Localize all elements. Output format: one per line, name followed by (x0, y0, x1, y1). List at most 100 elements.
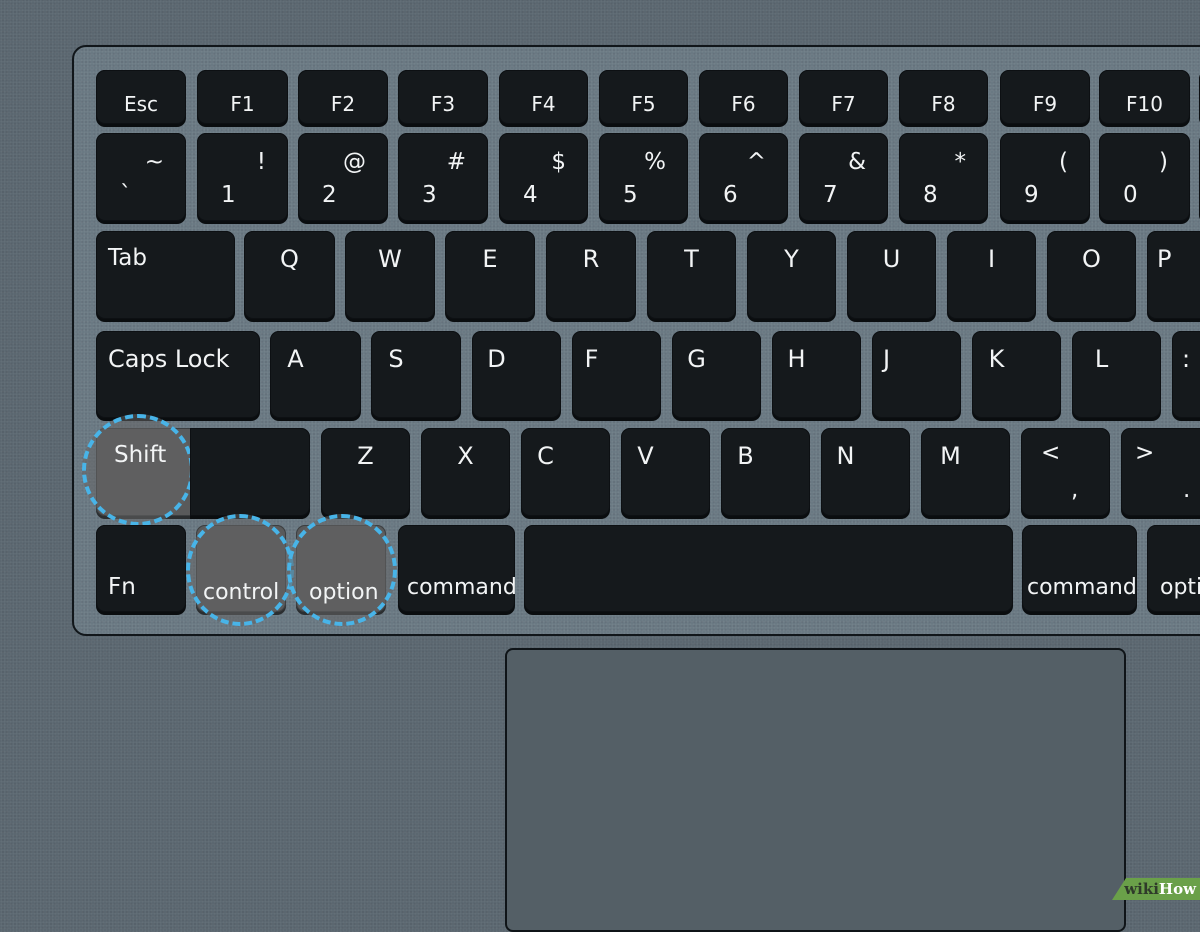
key-k[interactable]: K (972, 331, 1061, 418)
key-f2[interactable]: F2 (298, 70, 388, 124)
key-f3[interactable]: F3 (398, 70, 488, 124)
key-shift-label: * (954, 149, 967, 175)
key-esc[interactable]: Esc (96, 70, 186, 124)
key-f[interactable]: F (572, 331, 661, 418)
key-8[interactable]: * 8 (899, 133, 988, 221)
key-d[interactable]: D (472, 331, 561, 418)
key-f4[interactable]: F4 (499, 70, 588, 124)
key-label: F7 (831, 92, 856, 116)
logo-part-how: How (1158, 880, 1196, 898)
key-f5[interactable]: F5 (599, 70, 688, 124)
key-label: F9 (1032, 92, 1058, 116)
key-label: E (482, 245, 498, 273)
key-label: W (378, 245, 402, 273)
key-label: F4 (531, 92, 556, 116)
key-a[interactable]: A (270, 331, 361, 418)
key-o[interactable]: O (1047, 231, 1136, 319)
key-shift-label: Shift (114, 442, 167, 468)
key-label: 0 (1123, 182, 1138, 208)
key-label: Tab (108, 245, 147, 271)
key-5[interactable]: % 5 (599, 133, 688, 221)
key-n[interactable]: N (821, 428, 910, 516)
key-7[interactable]: & 7 (799, 133, 888, 221)
key-label: 7 (823, 182, 838, 208)
key-g[interactable]: G (672, 331, 761, 418)
key-4[interactable]: $4 (499, 133, 588, 221)
key-label: F6 (731, 92, 756, 116)
key-shift-label: ^ (746, 149, 766, 175)
key-1[interactable]: ! 1 (197, 133, 288, 221)
key-caps-lock[interactable]: Caps Lock (96, 331, 260, 418)
key-label: Caps Lock (108, 345, 230, 373)
key-l[interactable]: L (1072, 331, 1161, 418)
key-f7[interactable]: F7 (799, 70, 888, 124)
key-semicolon[interactable]: : (1172, 331, 1200, 418)
key-label: P (1157, 245, 1172, 273)
logo-part-wiki: wiki (1124, 880, 1159, 898)
key-label: Y (784, 245, 799, 273)
key-f10[interactable]: F10 (1099, 70, 1190, 124)
key-label: L (1094, 345, 1109, 373)
key-shift-label: ) (1159, 149, 1168, 175)
key-i[interactable]: I (947, 231, 1036, 319)
key-z[interactable]: Z (321, 428, 410, 516)
key-label: I (987, 245, 996, 273)
key-t[interactable]: T (647, 231, 736, 319)
key-p[interactable]: P (1147, 231, 1200, 319)
key-label: : (1182, 345, 1191, 373)
key-q[interactable]: Q (244, 231, 335, 319)
key-shift-label: < (1041, 440, 1061, 466)
key-f9[interactable]: F9 (1000, 70, 1090, 124)
key-label: command (407, 575, 517, 600)
key-r[interactable]: R (546, 231, 636, 319)
key-6[interactable]: ^ 6 (699, 133, 788, 221)
key-shift-label: @ (343, 149, 366, 175)
key-label: R (582, 245, 600, 273)
key-y[interactable]: Y (747, 231, 836, 319)
key-option-right[interactable]: opti (1147, 525, 1200, 612)
key-e[interactable]: E (445, 231, 535, 319)
key-command-left[interactable]: command (398, 525, 517, 612)
key-3[interactable]: #3 (398, 133, 488, 221)
key-j[interactable]: J (872, 331, 961, 418)
key-shift-right-part[interactable] (190, 428, 310, 516)
key-shift-label: % (644, 149, 666, 175)
key-comma[interactable]: <, (1021, 428, 1110, 516)
key-f1[interactable]: F1 (197, 70, 288, 124)
key-label: F5 (631, 92, 656, 116)
key-x[interactable]: X (421, 428, 510, 516)
key-9[interactable]: (9 (1000, 133, 1090, 221)
key-tab[interactable]: Tab (96, 231, 235, 319)
key-w[interactable]: W (345, 231, 435, 319)
key-h[interactable]: H (772, 331, 861, 418)
key-label: F10 (1126, 92, 1163, 116)
key-label: 2 (322, 182, 337, 208)
key-label: 5 (623, 182, 638, 208)
key-backtick[interactable]: ~ ` (96, 133, 186, 221)
key-label: command (1027, 575, 1137, 600)
key-u[interactable]: U (847, 231, 936, 319)
key-s[interactable]: S (371, 331, 461, 418)
key-shift-label: ~ (144, 149, 164, 175)
key-v[interactable]: V (621, 428, 710, 516)
key-label: F2 (330, 92, 356, 116)
key-label: T (684, 245, 699, 273)
key-label: 4 (523, 182, 538, 208)
key-label: , (1071, 477, 1079, 503)
key-space[interactable] (524, 525, 1013, 612)
key-shift-label: ! (256, 149, 266, 175)
key-fn[interactable]: Fn (96, 525, 186, 612)
key-2[interactable]: @2 (298, 133, 388, 221)
key-label: 6 (723, 182, 738, 208)
key-0[interactable]: ) 0 (1099, 133, 1190, 221)
key-f6[interactable]: F6 (699, 70, 788, 124)
key-m[interactable]: M (921, 428, 1010, 516)
key-command-right[interactable]: command (1022, 525, 1137, 612)
key-label: ` (120, 182, 132, 208)
key-c[interactable]: C (521, 428, 610, 516)
key-f8[interactable]: F8 (899, 70, 988, 124)
key-label: 9 (1024, 182, 1039, 208)
trackpad[interactable] (505, 648, 1126, 932)
key-b[interactable]: B (721, 428, 810, 516)
key-period[interactable]: >. (1121, 428, 1200, 516)
